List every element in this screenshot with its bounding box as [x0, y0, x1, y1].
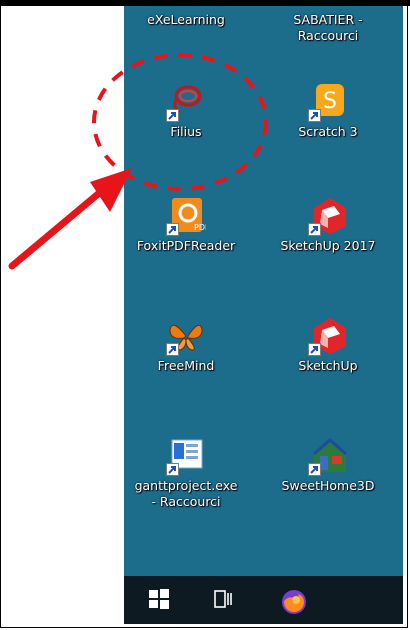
shortcut-arrow-icon: [308, 109, 321, 122]
sketchup-icon: [308, 316, 348, 356]
filius-icon: [166, 82, 206, 122]
svg-text:S: S: [323, 89, 337, 114]
desktop-icon-label: ganttproject.exe - Raccourci: [134, 478, 238, 509]
task-view-icon[interactable]: [212, 588, 238, 614]
shortcut-arrow-icon: [308, 463, 321, 476]
sweethome3d-icon: [308, 436, 348, 476]
desktop-icon-label: SweetHome3D: [281, 478, 375, 493]
scratch-icon: S: [308, 82, 348, 122]
desktop-icon-sketchup[interactable]: SketchUp: [258, 316, 398, 374]
foxit-pdf-icon: PDF: [166, 196, 210, 236]
desktop: eXeLearning SABATIER - Raccourci Filius …: [124, 6, 403, 576]
shortcut-arrow-icon: [166, 223, 179, 236]
desktop-icon-label: FreeMind: [157, 358, 215, 373]
desktop-icon-sweethome3d[interactable]: SweetHome3D: [258, 436, 398, 494]
desktop-icon-filius[interactable]: Filius: [124, 82, 248, 140]
sketchup-icon: [308, 196, 348, 236]
taskbar: [124, 576, 403, 624]
desktop-icon-label: SABATIER - Raccourci: [293, 12, 363, 43]
shortcut-arrow-icon: [166, 463, 179, 476]
desktop-icon-label: Scratch 3: [298, 124, 358, 139]
shortcut-arrow-icon: [166, 343, 179, 356]
desktop-icon-freemind[interactable]: FreeMind: [124, 316, 248, 374]
desktop-icon-exelearning[interactable]: eXeLearning: [124, 10, 248, 28]
ganttproject-icon: [166, 436, 206, 476]
shortcut-arrow-icon: [308, 223, 321, 236]
shortcut-arrow-icon: [308, 343, 321, 356]
windows-start-icon[interactable]: [148, 588, 174, 614]
desktop-icon-label: eXeLearning: [147, 12, 225, 27]
desktop-icon-sketchup-2017[interactable]: SketchUp 2017: [258, 196, 398, 254]
desktop-icon-label: Filius: [170, 124, 202, 139]
desktop-icon-label: SketchUp: [298, 358, 358, 373]
desktop-icon-scratch[interactable]: S Scratch 3: [258, 82, 398, 140]
firefox-icon[interactable]: [280, 588, 306, 614]
shortcut-arrow-icon: [166, 109, 179, 122]
svg-text:PDF: PDF: [194, 223, 206, 232]
freemind-butterfly-icon: [166, 316, 206, 356]
desktop-icon-label: FoxitPDFReader: [136, 238, 236, 253]
desktop-icon-sabatier[interactable]: SABATIER - Raccourci: [258, 10, 398, 44]
desktop-icon-foxit[interactable]: PDF FoxitPDFReader: [124, 196, 248, 254]
desktop-icon-ganttproject[interactable]: ganttproject.exe - Raccourci: [124, 436, 248, 510]
desktop-icon-label: SketchUp 2017: [280, 238, 376, 253]
